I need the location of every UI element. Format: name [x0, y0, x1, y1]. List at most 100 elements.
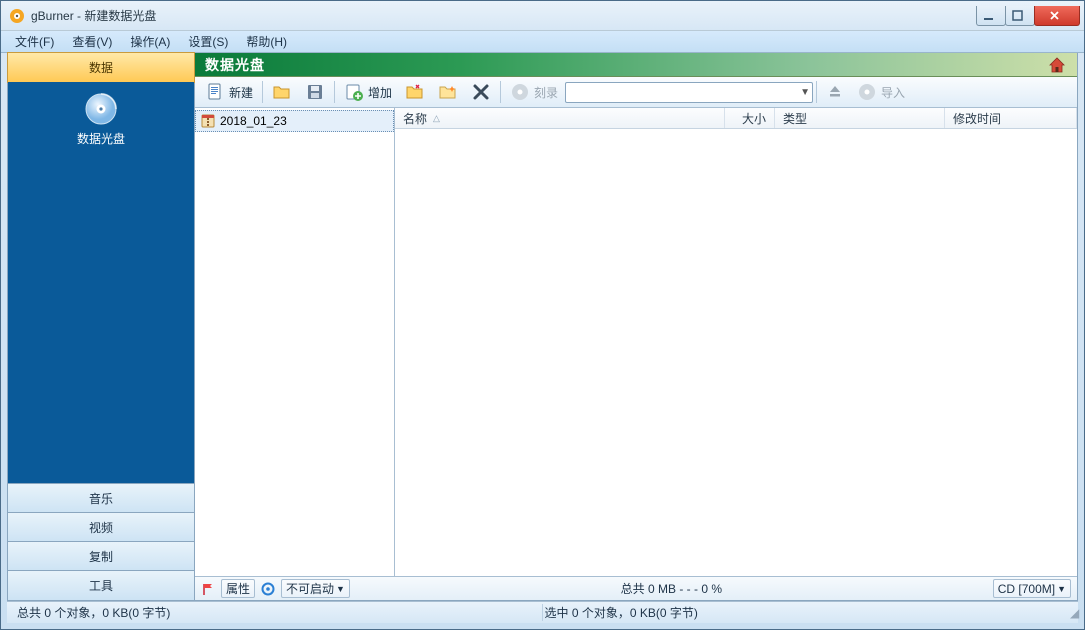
separator [500, 81, 501, 103]
category-data-label: 数据 [89, 59, 113, 76]
properties-button[interactable]: 属性 [221, 579, 255, 598]
content-area: 2018_01_23 名称 △ 大小 类型 修改时间 [195, 108, 1077, 576]
statusbar: 总共 0 个对象，0 KB(0 字节) 选中 0 个对象，0 KB(0 字节) … [7, 601, 1078, 623]
category-tools[interactable]: 工具 [7, 570, 195, 601]
eject-icon [826, 83, 844, 101]
sort-asc-icon: △ [433, 113, 440, 124]
tree-root-item[interactable]: 2018_01_23 [195, 110, 394, 132]
category-panel-label: 数据光盘 [77, 130, 125, 147]
workspace-header: 数据光盘 [195, 53, 1077, 77]
total-text: 总共 0 MB - - - 0 % [621, 582, 722, 596]
minimize-button[interactable] [976, 6, 1006, 26]
status-left: 总共 0 个对象，0 KB(0 字节) [15, 604, 543, 621]
window-controls [977, 6, 1084, 26]
disc-icon[interactable] [84, 92, 118, 126]
media-label: CD [700M] [998, 582, 1055, 596]
burn-button[interactable]: 刻录 [504, 79, 564, 105]
add-folder-button[interactable] [399, 79, 431, 105]
category-video[interactable]: 视频 [7, 512, 195, 543]
separator [816, 81, 817, 103]
col-mtime-label: 修改时间 [953, 110, 1001, 127]
save-button[interactable] [299, 79, 331, 105]
folder-add-icon [405, 82, 425, 102]
titlebar: gBurner - 新建数据光盘 [1, 1, 1084, 31]
burn-disc-icon [510, 82, 530, 102]
eject-button[interactable] [820, 79, 850, 105]
home-icon[interactable] [1047, 55, 1067, 75]
category-panel: 数据光盘 [8, 82, 194, 484]
workspace-title: 数据光盘 [205, 55, 265, 75]
drive-dropdown[interactable]: ▼ [565, 82, 813, 103]
tree-root-label: 2018_01_23 [220, 114, 287, 128]
list-body[interactable] [395, 129, 1077, 576]
category-copy-label: 复制 [89, 548, 113, 565]
progress-area: 总共 0 MB - - - 0 % [356, 580, 987, 597]
folder-open-icon [272, 82, 292, 102]
flag-icon [201, 582, 215, 596]
add-button[interactable]: 增加 [338, 79, 398, 105]
separator [262, 81, 263, 103]
menu-help[interactable]: 帮助(H) [238, 31, 295, 52]
main-body: 数据 数据光盘 音乐 视频 复制 工具 数据光盘 [7, 53, 1078, 601]
sidebar: 数据 数据光盘 音乐 视频 复制 工具 [7, 53, 195, 601]
menu-settings[interactable]: 设置(S) [180, 31, 236, 52]
new-button[interactable]: 新建 [199, 79, 259, 105]
col-type-label: 类型 [783, 110, 807, 127]
status-right: 选中 0 个对象，0 KB(0 字节) [543, 604, 1071, 621]
workspace: 数据光盘 新建 [195, 53, 1078, 601]
category-music-label: 音乐 [89, 490, 113, 507]
gear-icon [261, 582, 275, 596]
col-type[interactable]: 类型 [775, 108, 945, 128]
category-video-label: 视频 [89, 519, 113, 536]
new-file-icon [205, 82, 225, 102]
menu-file[interactable]: 文件(F) [7, 31, 62, 52]
tree-pane[interactable]: 2018_01_23 [195, 108, 395, 576]
category-tools-label: 工具 [89, 577, 113, 594]
archive-icon [200, 113, 216, 129]
col-name[interactable]: 名称 △ [395, 108, 725, 128]
folder-new-icon [438, 82, 458, 102]
add-icon [344, 82, 364, 102]
window-title: gBurner - 新建数据光盘 [31, 7, 156, 24]
new-folder-button[interactable] [432, 79, 464, 105]
chevron-down-icon: ▼ [800, 87, 810, 98]
menu-view[interactable]: 查看(V) [64, 31, 120, 52]
toolbar: 新建 [195, 77, 1077, 108]
workspace-statusbar: 属性 不可启动 ▼ 总共 0 MB - - - 0 % CD [700M] ▼ [195, 576, 1077, 600]
maximize-button[interactable] [1005, 6, 1035, 26]
list-header: 名称 △ 大小 类型 修改时间 [395, 108, 1077, 129]
col-mtime[interactable]: 修改时间 [945, 108, 1077, 128]
chevron-down-icon: ▼ [1057, 584, 1066, 594]
app-window: gBurner - 新建数据光盘 文件(F) 查看(V) 操作(A) 设置(S)… [0, 0, 1085, 630]
delete-button[interactable] [465, 79, 497, 105]
import-disc-icon [857, 82, 877, 102]
category-data[interactable]: 数据 [7, 52, 195, 83]
menu-action[interactable]: 操作(A) [122, 31, 178, 52]
col-name-label: 名称 [403, 110, 427, 127]
delete-icon [471, 82, 491, 102]
properties-label: 属性 [226, 580, 250, 597]
app-icon [9, 8, 25, 24]
separator [334, 81, 335, 103]
close-button[interactable] [1034, 6, 1080, 26]
col-size-label: 大小 [742, 110, 766, 127]
category-music[interactable]: 音乐 [7, 483, 195, 514]
col-size[interactable]: 大小 [725, 108, 775, 128]
save-icon [305, 82, 325, 102]
list-pane: 名称 △ 大小 类型 修改时间 [395, 108, 1077, 576]
bootable-label: 不可启动 [286, 580, 334, 597]
burn-button-label: 刻录 [534, 84, 558, 101]
status-left-text: 总共 0 个对象，0 KB(0 字节) [17, 606, 170, 620]
bootable-dropdown[interactable]: 不可启动 ▼ [281, 579, 350, 598]
add-button-label: 增加 [368, 84, 392, 101]
media-dropdown[interactable]: CD [700M] ▼ [993, 579, 1071, 598]
resize-grip[interactable]: ◢ [1070, 606, 1079, 620]
category-copy[interactable]: 复制 [7, 541, 195, 572]
open-button[interactable] [266, 79, 298, 105]
menubar: 文件(F) 查看(V) 操作(A) 设置(S) 帮助(H) [1, 31, 1084, 53]
new-button-label: 新建 [229, 84, 253, 101]
import-button[interactable]: 导入 [851, 79, 911, 105]
chevron-down-icon: ▼ [336, 584, 345, 594]
import-button-label: 导入 [881, 84, 905, 101]
status-right-text: 选中 0 个对象，0 KB(0 字节) [545, 606, 698, 620]
